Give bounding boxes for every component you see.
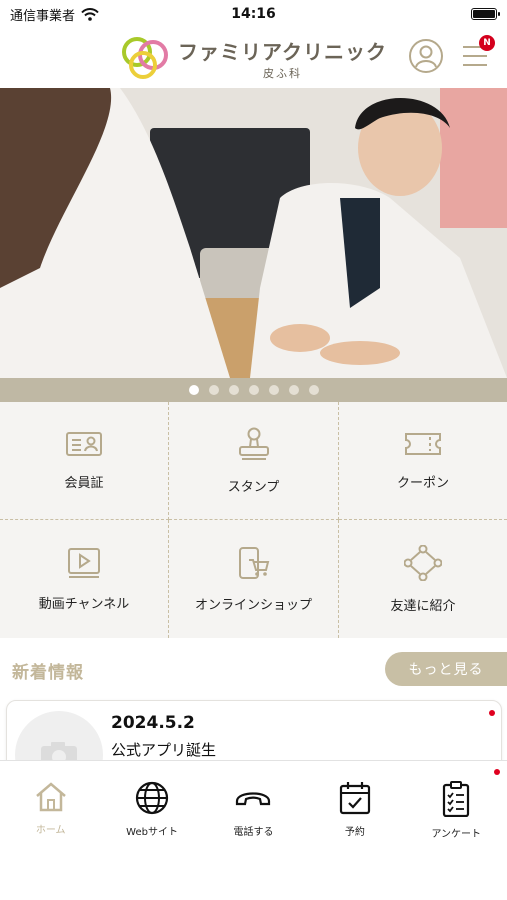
menu-item-label: オンラインショップ <box>194 597 312 613</box>
battery-icon <box>471 8 500 20</box>
user-icon <box>409 39 443 73</box>
logo-text: ファミリアクリニック 皮ふ科 <box>178 36 387 81</box>
carrier-label: 通信事業者 <box>10 8 76 24</box>
hero-carousel[interactable] <box>0 88 507 378</box>
clinic-logo[interactable]: ファミリアクリニック 皮ふ科 <box>120 35 387 81</box>
tab-survey[interactable]: アンケート <box>406 761 507 900</box>
tab-home[interactable]: ホーム <box>0 761 101 900</box>
phone-icon <box>236 792 271 806</box>
menu-item-member-card[interactable]: 会員証 <box>0 402 169 520</box>
carousel-dot[interactable] <box>228 385 239 395</box>
carousel-dot[interactable] <box>208 385 219 395</box>
menu-item-stamp[interactable]: スタンプ <box>169 402 339 520</box>
carousel-dot[interactable] <box>308 385 319 395</box>
bottom-tab-bar: ホーム Webサイト 電話する 予約 アンケート <box>0 760 507 900</box>
carousel-dot[interactable] <box>268 385 279 395</box>
globe-icon <box>135 781 169 815</box>
menu-item-label: 会員証 <box>64 476 104 491</box>
menu-item-refer-friend[interactable]: 友達に紹介 <box>339 520 507 638</box>
news-header: 新着情報 もっと見る <box>0 652 507 688</box>
menu-item-label: クーポン <box>396 476 449 491</box>
carousel-dot[interactable] <box>248 385 259 395</box>
member-card-icon <box>66 432 102 456</box>
carousel-dot[interactable] <box>288 385 299 395</box>
survey-icon <box>443 781 470 817</box>
carousel-dot[interactable] <box>188 385 199 395</box>
coupon-icon <box>405 433 441 455</box>
home-icon <box>35 782 66 812</box>
logo-rings-icon <box>122 37 168 79</box>
menu-item-label: 友達に紹介 <box>390 598 456 614</box>
video-channel-icon <box>68 547 100 578</box>
tab-label: ホーム <box>35 825 66 836</box>
notification-badge: N <box>479 35 495 51</box>
tab-label: アンケート <box>431 829 482 840</box>
clinic-subtitle: 皮ふ科 <box>263 66 302 80</box>
tab-label: 電話する <box>233 827 274 838</box>
menu-button[interactable]: N <box>460 35 495 74</box>
wifi-icon <box>81 7 99 21</box>
calendar-icon <box>339 782 370 815</box>
app-header: ファミリアクリニック 皮ふ科 N <box>0 28 507 88</box>
menu-item-label: スタンプ <box>227 480 280 495</box>
tab-label: 予約 <box>344 827 365 838</box>
tab-website[interactable]: Webサイト <box>101 761 202 900</box>
hero-photo <box>0 88 507 378</box>
share-icon <box>404 544 442 581</box>
news-section-title: 新着情報 <box>12 663 84 683</box>
stamp-icon <box>238 427 269 460</box>
status-time: 14:16 <box>231 6 276 22</box>
news-date: 2024.5.2 <box>111 713 195 733</box>
news-title: 公式アプリ誕生 <box>111 741 217 759</box>
tab-label: Webサイト <box>126 827 178 838</box>
clinic-name: ファミリアクリニック <box>178 39 387 64</box>
menu-item-coupon[interactable]: クーポン <box>339 402 507 520</box>
tab-reservation[interactable]: 予約 <box>304 761 405 900</box>
feature-menu-grid: 会員証 スタンプ クーポン 動画チャンネル オンラインショップ 友達に紹介 <box>0 402 507 638</box>
menu-item-online-shop[interactable]: オンラインショップ <box>169 520 339 638</box>
tab-call[interactable]: 電話する <box>203 761 304 900</box>
survey-unread-dot <box>493 769 500 775</box>
online-shop-icon <box>238 546 269 579</box>
unread-dot <box>489 710 495 716</box>
account-button[interactable] <box>408 38 444 78</box>
status-left: 通信事業者 <box>10 5 99 24</box>
carousel-pagination <box>0 378 507 402</box>
status-bar: 通信事業者 14:16 <box>0 0 507 28</box>
menu-item-label: 動画チャンネル <box>38 596 130 612</box>
menu-item-video-channel[interactable]: 動画チャンネル <box>0 520 169 638</box>
see-more-button[interactable]: もっと見る <box>385 652 507 686</box>
